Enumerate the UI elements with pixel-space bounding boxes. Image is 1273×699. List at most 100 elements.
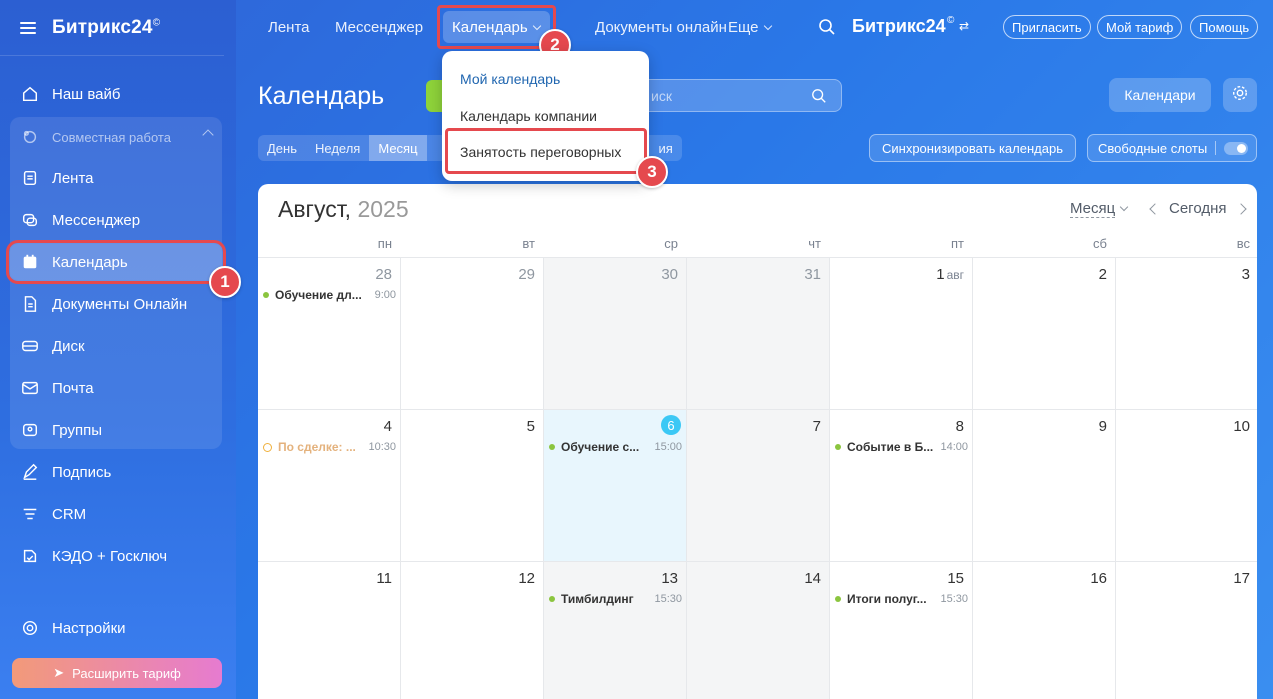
- menu-icon[interactable]: [20, 21, 36, 34]
- day-cell[interactable]: 5: [401, 410, 544, 562]
- calendar-panel: Август, 2025 Месяц Сегодня пн вт ср чт пт сб в…: [258, 184, 1257, 699]
- day-number[interactable]: 12: [518, 570, 535, 587]
- day-number[interactable]: 7: [813, 418, 821, 435]
- topnav-item-more[interactable]: Еще: [728, 19, 772, 36]
- sidebar-item-signature[interactable]: Подпись: [10, 454, 222, 490]
- day-number[interactable]: 15: [947, 570, 964, 587]
- sidebar-item-kedo[interactable]: КЭДО + Госключ: [10, 538, 222, 574]
- search-input[interactable]: иск: [636, 79, 842, 112]
- sidebar-item-mail[interactable]: Почта: [10, 370, 222, 406]
- sidebar-group-title[interactable]: Совместная работа: [10, 124, 222, 150]
- search-icon[interactable]: [818, 18, 836, 41]
- day-cell[interactable]: 12: [401, 562, 544, 699]
- topnav-item-documents[interactable]: Документы онлайн: [595, 19, 727, 36]
- day-cell[interactable]: 6 Обучение с... 15:00: [544, 410, 687, 562]
- calendar-event[interactable]: Обучение с... 15:00: [549, 439, 682, 455]
- tab-month[interactable]: Месяц: [369, 135, 427, 161]
- day-number[interactable]: 14: [804, 570, 821, 587]
- calendar-event[interactable]: Тимбилдинг 15:30: [549, 591, 682, 607]
- calendar-event[interactable]: Событие в Б... 14:00: [835, 439, 968, 455]
- today-button[interactable]: Сегодня: [1169, 200, 1227, 217]
- day-cell[interactable]: 29: [401, 258, 544, 410]
- calendar-event[interactable]: Обучение дл... 9:00: [263, 287, 396, 303]
- search-icon[interactable]: [811, 88, 827, 109]
- day-number[interactable]: 13: [661, 570, 678, 587]
- day-cell[interactable]: 1 авг: [830, 258, 973, 410]
- day-number[interactable]: 6: [661, 415, 681, 435]
- day-cell[interactable]: 7: [687, 410, 830, 562]
- event-title: Итоги полуг...: [847, 592, 927, 606]
- topnav-item-messenger[interactable]: Мессенджер: [335, 19, 423, 36]
- day-number[interactable]: 16: [1090, 570, 1107, 587]
- day-number[interactable]: 2: [1099, 266, 1107, 283]
- next-arrow-icon[interactable]: [1234, 202, 1247, 215]
- sidebar-item-disk[interactable]: Диск: [10, 328, 222, 364]
- day-cell[interactable]: 4 По сделке: ... 10:30: [258, 410, 401, 562]
- day-cell[interactable]: 8 Событие в Б... 14:00: [830, 410, 973, 562]
- free-slots-button[interactable]: Свободные слоты: [1087, 134, 1257, 162]
- day-number[interactable]: 3: [1242, 266, 1250, 283]
- settings-button[interactable]: [1223, 78, 1257, 112]
- document-icon: [20, 294, 40, 314]
- chevron-up-icon[interactable]: [202, 129, 214, 141]
- event-title: По сделке: ...: [278, 440, 356, 454]
- day-cell[interactable]: 17: [1116, 562, 1257, 699]
- day-cell[interactable]: 28 Обучение дл... 9:00: [258, 258, 401, 410]
- day-number[interactable]: 10: [1233, 418, 1250, 435]
- sidebar-item-feed[interactable]: Лента: [10, 160, 222, 196]
- day-cell[interactable]: 2: [973, 258, 1116, 410]
- day-number[interactable]: 8: [956, 418, 964, 435]
- calendar-event[interactable]: Итоги полуг... 15:30: [835, 591, 968, 607]
- menu-item-my-calendar[interactable]: Мой календарь: [460, 71, 560, 87]
- logo[interactable]: Битрикс24©: [52, 17, 160, 39]
- sync-calendar-button[interactable]: Синхронизировать календарь: [869, 134, 1076, 162]
- previous-arrow-icon[interactable]: [1149, 202, 1161, 215]
- invite-button[interactable]: Пригласить: [1003, 15, 1091, 39]
- day-number[interactable]: 31: [804, 266, 821, 283]
- settings-sliders-icon[interactable]: ⇄: [959, 19, 969, 33]
- upgrade-tariff-button[interactable]: ➤ Расширить тариф: [12, 658, 222, 688]
- day-cell[interactable]: 31: [687, 258, 830, 410]
- calendar-event[interactable]: По сделке: ... 10:30: [263, 439, 396, 455]
- calendars-button[interactable]: Календари: [1109, 78, 1211, 112]
- sidebar-item-calendar[interactable]: Календарь: [6, 240, 226, 284]
- menu-item-company-calendar[interactable]: Календарь компании: [460, 108, 597, 124]
- day-number[interactable]: 29: [518, 266, 535, 283]
- free-slots-toggle[interactable]: [1224, 142, 1248, 155]
- day-number[interactable]: 17: [1233, 570, 1250, 587]
- day-cell[interactable]: 3: [1116, 258, 1257, 410]
- day-number[interactable]: 1 авг: [936, 266, 964, 283]
- day-number[interactable]: 5: [527, 418, 535, 435]
- sidebar-item-messenger[interactable]: Мессенджер: [10, 202, 222, 238]
- weekday-label: пт: [951, 236, 964, 251]
- day-cell[interactable]: 14: [687, 562, 830, 699]
- day-number[interactable]: 4: [384, 418, 392, 435]
- day-number[interactable]: 28: [375, 266, 392, 283]
- sidebar-item-groups[interactable]: Группы: [10, 412, 222, 448]
- tab-day[interactable]: День: [258, 135, 306, 161]
- annotation-badge-3: 3: [636, 156, 668, 188]
- sidebar-item-documents[interactable]: Документы Онлайн: [10, 286, 222, 322]
- sidebar-item-settings[interactable]: Настройки: [10, 610, 222, 646]
- sidebar-item-crm[interactable]: CRM: [10, 496, 222, 532]
- topnav-item-feed[interactable]: Лента: [268, 19, 310, 36]
- day-cell[interactable]: 16: [973, 562, 1116, 699]
- chevron-down-icon: [1119, 202, 1129, 212]
- help-button[interactable]: Помощь: [1190, 15, 1259, 39]
- my-tariff-button[interactable]: Мой тариф: [1097, 15, 1183, 39]
- day-cell[interactable]: 13 Тимбилдинг 15:30: [544, 562, 687, 699]
- day-cell[interactable]: 15 Итоги полуг... 15:30: [830, 562, 973, 699]
- day-number[interactable]: 11: [376, 570, 392, 587]
- sidebar-item-label: Календарь: [52, 253, 128, 271]
- day-number[interactable]: 9: [1099, 418, 1107, 435]
- day-cell[interactable]: 30: [544, 258, 687, 410]
- tab-week[interactable]: Неделя: [306, 135, 369, 161]
- day-cell[interactable]: 9: [973, 410, 1116, 562]
- sidebar-item-home[interactable]: Наш вайб: [10, 76, 222, 112]
- day-cell[interactable]: 10: [1116, 410, 1257, 562]
- messenger-icon: [20, 210, 40, 230]
- topnav-logo[interactable]: Битрикс24: [852, 16, 946, 37]
- day-cell[interactable]: 11: [258, 562, 401, 699]
- mode-dropdown[interactable]: Месяц: [1070, 200, 1129, 218]
- day-number[interactable]: 30: [661, 266, 678, 283]
